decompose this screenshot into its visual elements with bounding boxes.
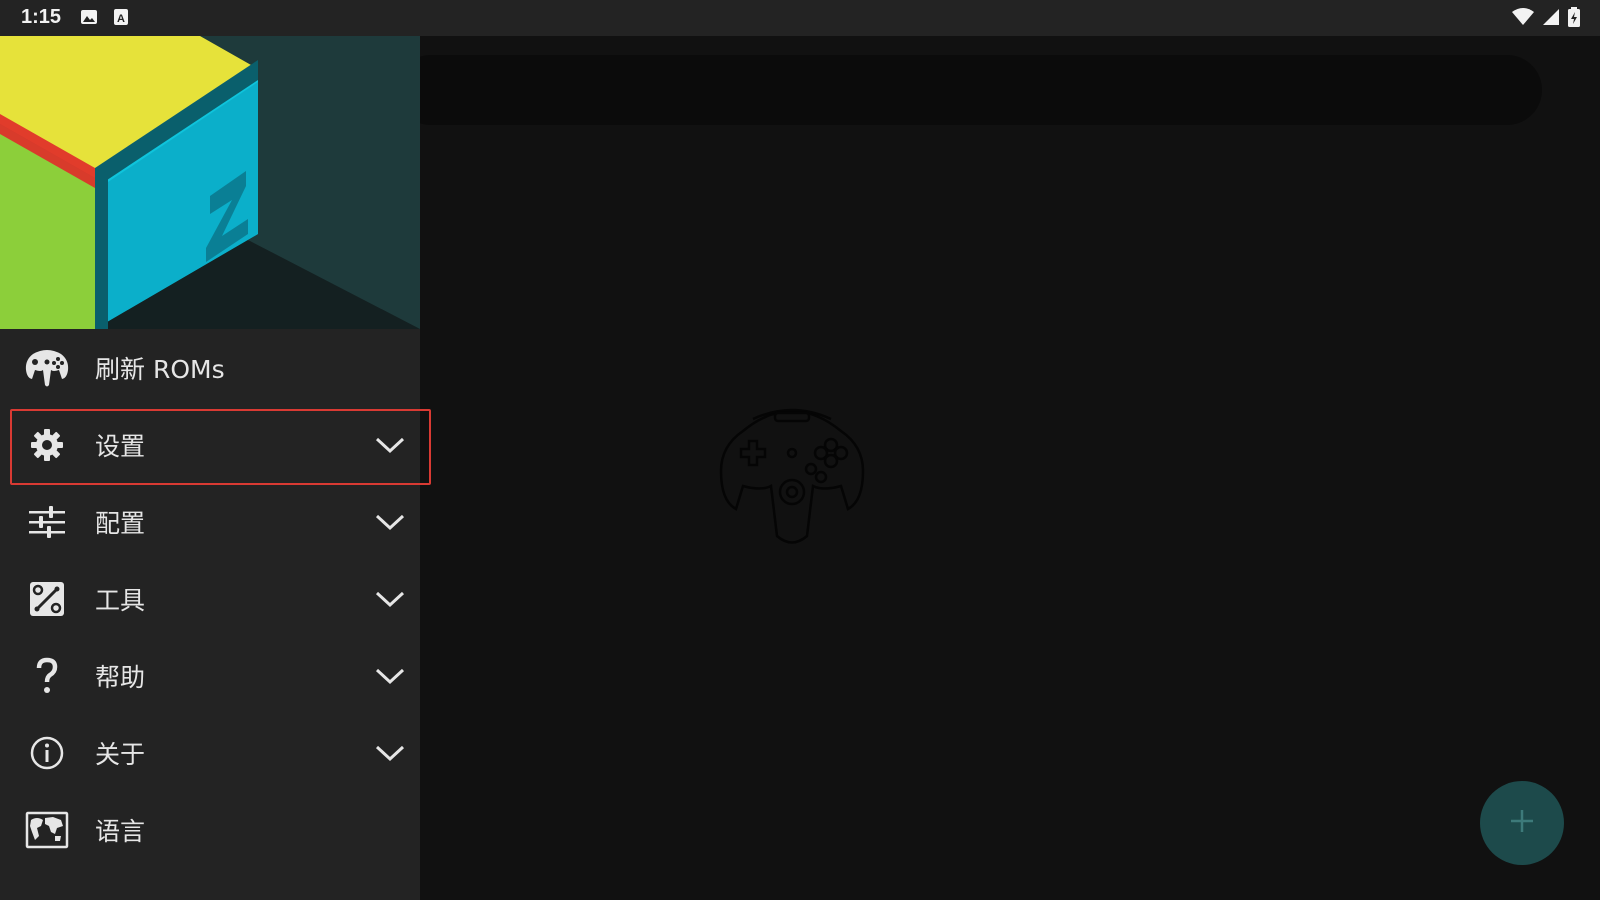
plus-icon [1509,808,1535,838]
menu-item-tools[interactable]: 工具 [0,560,420,637]
menu-item-label: 刷新 ROMs [95,354,225,384]
chevron-down-icon[interactable] [374,435,406,455]
chevron-down-icon[interactable] [374,589,406,609]
menu-item-help[interactable]: 帮助 [0,637,420,714]
add-button[interactable] [1480,781,1564,865]
navigation-drawer: 刷新 ROMs 设置 配置 工具 帮助 关于 语言 [0,36,431,900]
drawer-header [0,36,420,329]
wifi-icon [1512,8,1534,30]
info-icon [25,731,69,775]
tools-icon [25,577,69,621]
z-cube-logo [0,36,420,329]
status-bar: 1:15 A [0,0,1600,36]
drawer-menu: 刷新 ROMs 设置 配置 工具 帮助 关于 语言 [0,329,431,868]
menu-item-label: 关于 [95,739,146,769]
menu-item-label: 语言 [95,816,146,846]
chevron-down-icon[interactable] [374,666,406,686]
menu-item-profiles[interactable]: 配置 [0,483,420,560]
gear-icon [25,423,69,467]
svg-text:A: A [117,13,125,25]
search-bar[interactable] [396,55,1542,125]
status-time: 1:15 [21,6,62,28]
menu-item-label: 配置 [95,508,146,538]
menu-item-label: 帮助 [95,662,146,692]
menu-item-language[interactable]: 语言 [0,791,420,868]
main-content [396,36,1600,900]
a-text-icon: A [113,8,129,30]
menu-item-label: 工具 [95,585,146,615]
battery-icon [1568,7,1580,31]
chevron-down-icon[interactable] [374,743,406,763]
sliders-icon [25,500,69,544]
image-icon [80,8,98,30]
chevron-down-icon[interactable] [374,512,406,532]
help-icon [25,654,69,698]
gamepad-icon [25,346,69,390]
menu-item-about[interactable]: 关于 [0,714,420,791]
menu-item-settings[interactable]: 设置 [0,406,431,485]
menu-item-label: 设置 [95,431,146,461]
n64-controller-icon [713,391,871,551]
menu-item-refresh-roms[interactable]: 刷新 ROMs [0,329,420,406]
world-map-icon [25,808,69,852]
signal-icon [1542,8,1560,30]
